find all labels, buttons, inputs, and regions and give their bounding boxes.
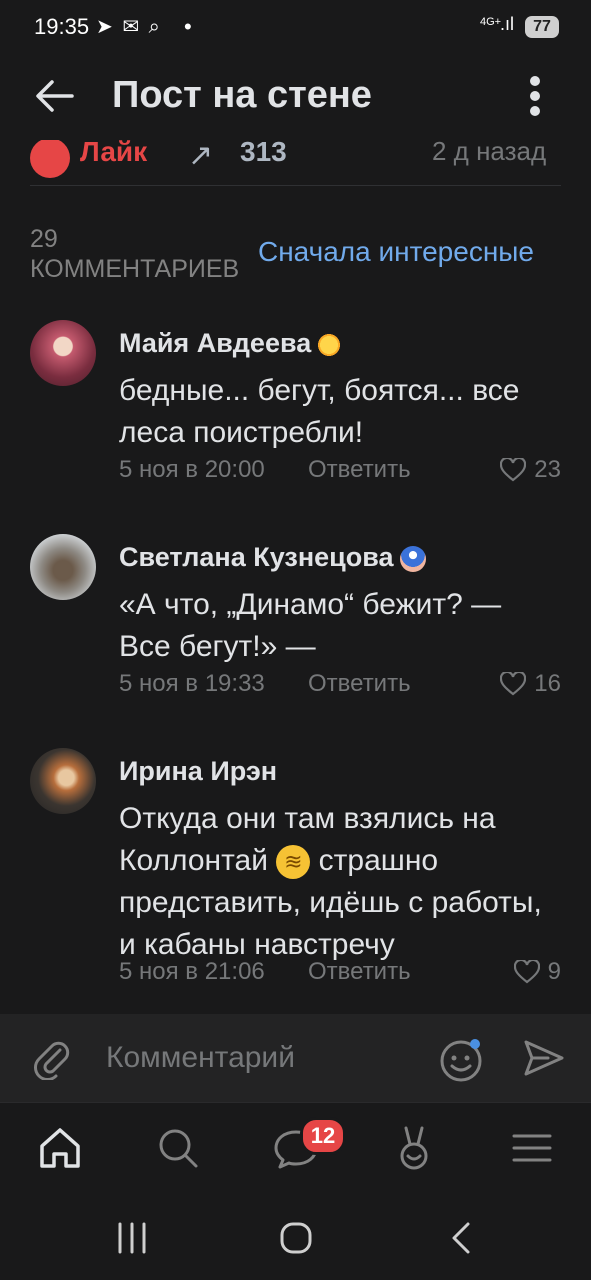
like-count: 23: [534, 456, 561, 483]
comment-text: бедные... бегут, боятся... все леса поис…: [119, 374, 520, 449]
tab-clips[interactable]: [390, 1124, 438, 1172]
sun-emoji-icon: [315, 330, 344, 359]
comment-author[interactable]: Светлана Кузнецова: [119, 542, 426, 573]
send-icon: [524, 1040, 564, 1076]
back-button[interactable]: [32, 76, 78, 116]
tab-menu[interactable]: [508, 1124, 556, 1172]
like-label[interactable]: Лайк: [80, 136, 147, 168]
avatar[interactable]: [30, 320, 96, 386]
send-button[interactable]: [522, 1036, 566, 1080]
comment-date: 5 ноя в 20:00: [119, 456, 265, 483]
status-time: 19:35: [34, 14, 90, 39]
tab-search[interactable]: [154, 1124, 202, 1172]
battery-indicator: 77: [525, 16, 559, 38]
avatar[interactable]: [30, 534, 96, 600]
network-type: 4G+: [480, 16, 502, 28]
back-nav-icon[interactable]: [444, 1218, 480, 1258]
like-heart-icon[interactable]: [30, 138, 70, 178]
arrow-left-icon: [36, 80, 74, 112]
home-nav-icon[interactable]: [276, 1218, 316, 1258]
like-count: 9: [547, 958, 561, 985]
comment-like-button[interactable]: 9: [513, 958, 561, 986]
home-icon: [40, 1128, 80, 1168]
heart-outline-icon: [513, 960, 540, 984]
emoji-button[interactable]: [438, 1036, 486, 1084]
clips-icon: [400, 1126, 428, 1170]
dot-icon: [530, 91, 540, 101]
post-time: 2 д назад: [432, 136, 547, 166]
comment-like-button[interactable]: 16: [500, 670, 561, 698]
comment-date: 5 ноя в 19:33: [119, 670, 265, 697]
messages-badge: 12: [300, 1117, 346, 1155]
comment-date: 5 ноя в 21:06: [119, 958, 265, 985]
comment-input[interactable]: [106, 1036, 426, 1080]
dot-icon: [530, 76, 540, 86]
paperclip-icon: [34, 1041, 70, 1081]
comments-count: 29 КОММЕНТАРИЕВ: [30, 225, 240, 283]
reply-button[interactable]: Ответить: [308, 456, 411, 484]
system-navigation-bar: [0, 1196, 591, 1280]
recent-apps-icon[interactable]: [112, 1220, 152, 1256]
smile-icon: [440, 1039, 482, 1082]
notification-icons: ➤ ✉ ⌕: [96, 16, 162, 38]
signal-icon: .ıl: [500, 14, 515, 34]
status-bar: 19:35 ➤ ✉ ⌕ • 4G+ .ıl 77: [0, 0, 591, 56]
notification-dot-icon: •: [184, 14, 192, 39]
comment-text: Откуда они там взялись на Коллонтай ≋ ст…: [119, 802, 542, 961]
heart-outline-icon: [500, 458, 527, 482]
share-count[interactable]: 313: [240, 136, 287, 168]
page-title: Пост на стене: [112, 74, 372, 116]
sort-comments-link[interactable]: Сначала интересные: [258, 236, 534, 268]
comment-author[interactable]: Ирина Ирэн: [119, 756, 277, 787]
captain-emoji-icon: [399, 545, 426, 572]
comment-like-button[interactable]: 23: [500, 456, 561, 484]
tab-home[interactable]: [36, 1124, 84, 1172]
like-count: 16: [534, 670, 561, 697]
avatar[interactable]: [30, 748, 96, 814]
menu-icon: [512, 1134, 552, 1162]
more-menu-button[interactable]: [520, 74, 550, 118]
attach-button[interactable]: [30, 1036, 74, 1081]
divider: [30, 185, 561, 186]
share-icon[interactable]: ↗: [188, 138, 213, 173]
reply-button[interactable]: Ответить: [308, 958, 411, 986]
heart-outline-icon: [500, 672, 527, 696]
search-icon: [159, 1129, 198, 1168]
rofl-emoji-icon: ≋: [276, 845, 311, 880]
reply-button[interactable]: Ответить: [308, 670, 411, 698]
dot-icon: [530, 106, 540, 116]
comment-text: «А что, „Динамо“ бежит? — Все бегут!» —: [119, 588, 502, 663]
comment-author[interactable]: Майя Авдеева: [119, 328, 344, 359]
